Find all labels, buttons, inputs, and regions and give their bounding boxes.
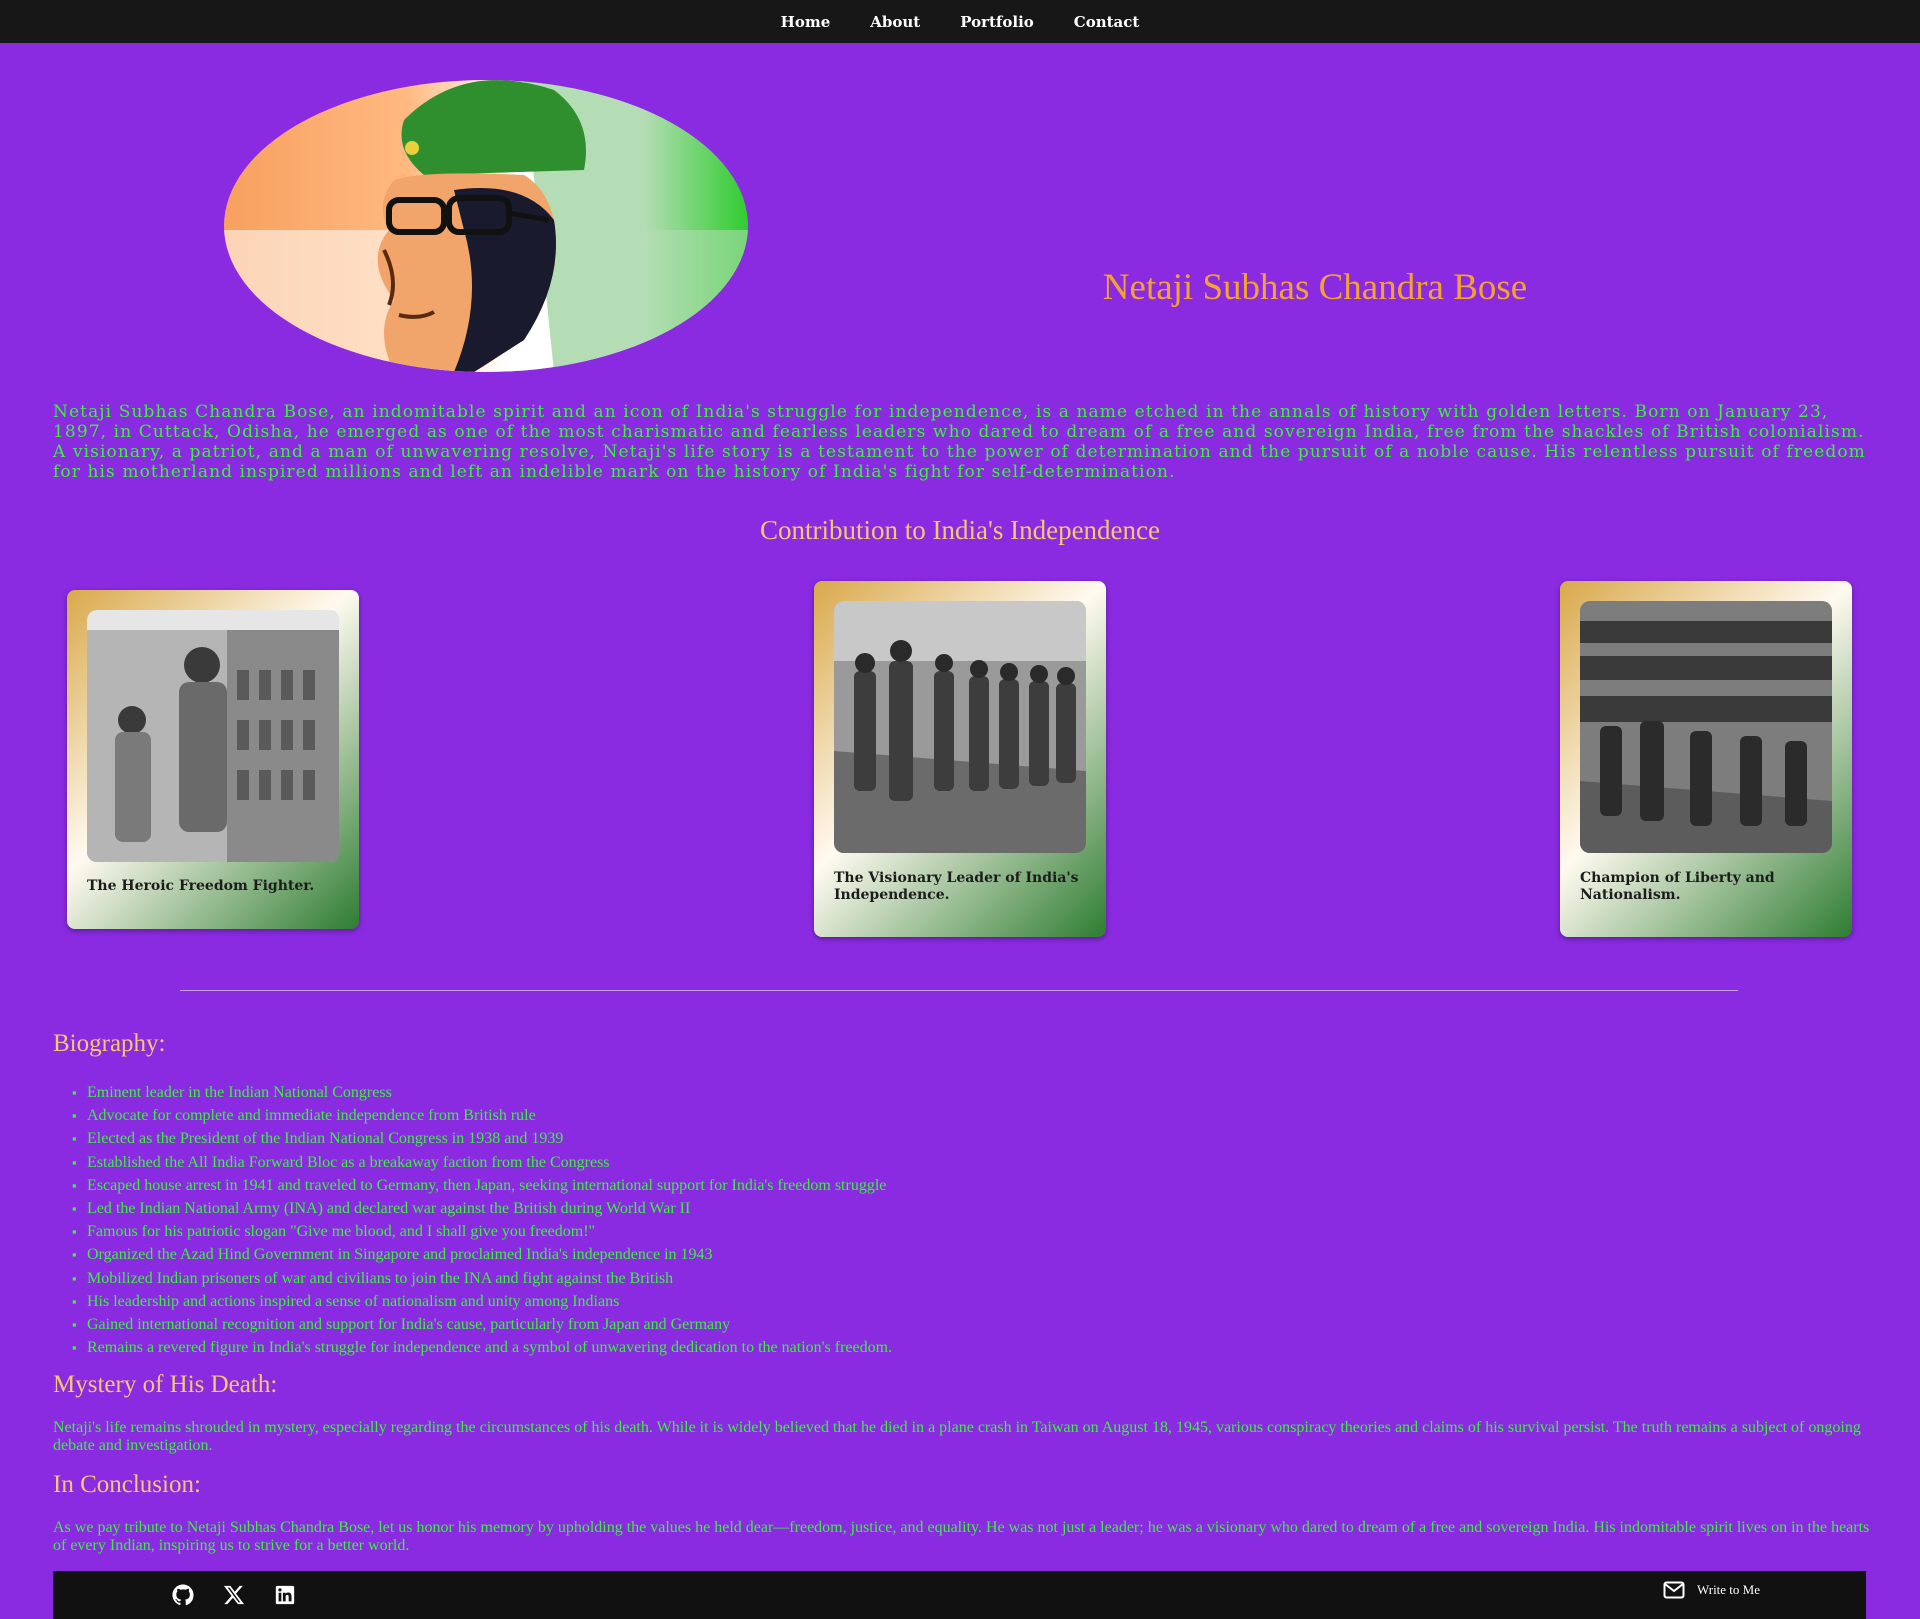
nav-portfolio-link[interactable]: Portfolio <box>960 13 1034 31</box>
conclusion-heading: In Conclusion: <box>53 1471 201 1498</box>
card-caption: The Heroic Freedom Fighter. <box>87 878 315 894</box>
list-item: Organized the Azad Hind Government in Si… <box>72 1243 892 1266</box>
conclusion-paragraph: As we pay tribute to Netaji Subhas Chand… <box>53 1519 1870 1554</box>
nav-about-link[interactable]: About <box>870 13 920 31</box>
section-divider <box>180 990 1738 991</box>
card-caption: The Visionary Leader of India's Independ… <box>834 870 1079 903</box>
intro-paragraph: Netaji Subhas Chandra Bose, an indomitab… <box>53 402 1866 482</box>
biography-list: Eminent leader in the Indian National Co… <box>72 1081 892 1360</box>
list-item: His leadership and actions inspired a se… <box>72 1290 892 1313</box>
write-to-me-link[interactable]: Write to Me <box>1663 1581 1760 1599</box>
list-item: Led the Indian National Army (INA) and d… <box>72 1197 892 1220</box>
card-champion-liberty[interactable]: Champion of Liberty and Nationalism. <box>1560 581 1852 937</box>
list-item: Famous for his patriotic slogan "Give me… <box>72 1220 892 1243</box>
list-item: Eminent leader in the Indian National Co… <box>72 1081 892 1104</box>
biography-heading: Biography: <box>53 1030 166 1057</box>
top-navbar: Home About Portfolio Contact <box>0 0 1920 43</box>
x-icon[interactable] <box>223 1584 245 1606</box>
hero-title: Netaji Subhas Chandra Bose <box>1102 267 1528 308</box>
list-item: Established the All India Forward Bloc a… <box>72 1151 892 1174</box>
contribution-heading: Contribution to India's Independence <box>759 515 1161 545</box>
list-item: Remains a revered figure in India's stru… <box>72 1336 892 1359</box>
card-photo-visionary-leader <box>834 601 1086 853</box>
nav-home-link[interactable]: Home <box>781 13 831 31</box>
list-item: Elected as the President of the Indian N… <box>72 1127 892 1150</box>
footer-bar: Write to Me <box>53 1571 1866 1619</box>
card-photo-freedom-fighter <box>87 610 339 862</box>
mystery-heading: Mystery of His Death: <box>53 1371 278 1398</box>
list-item: Escaped house arrest in 1941 and travele… <box>72 1174 892 1197</box>
linkedin-icon[interactable] <box>274 1584 296 1606</box>
write-to-me-label: Write to Me <box>1696 1582 1760 1597</box>
mystery-paragraph: Netaji's life remains shrouded in myster… <box>53 1419 1861 1454</box>
envelope-icon <box>1663 1581 1685 1599</box>
nav-contact-link[interactable]: Contact <box>1074 13 1140 31</box>
card-caption: Champion of Liberty and Nationalism. <box>1580 870 1775 903</box>
card-visionary-leader[interactable]: The Visionary Leader of India's Independ… <box>814 581 1106 937</box>
list-item: Mobilized Indian prisoners of war and ci… <box>72 1267 892 1290</box>
card-freedom-fighter[interactable]: The Heroic Freedom Fighter. <box>67 590 359 929</box>
list-item: Advocate for complete and immediate inde… <box>72 1104 892 1127</box>
github-icon[interactable] <box>172 1584 194 1606</box>
list-item: Gained international recognition and sup… <box>72 1313 892 1336</box>
card-photo-champion-liberty <box>1580 601 1832 853</box>
hero-portrait-image <box>224 80 748 372</box>
